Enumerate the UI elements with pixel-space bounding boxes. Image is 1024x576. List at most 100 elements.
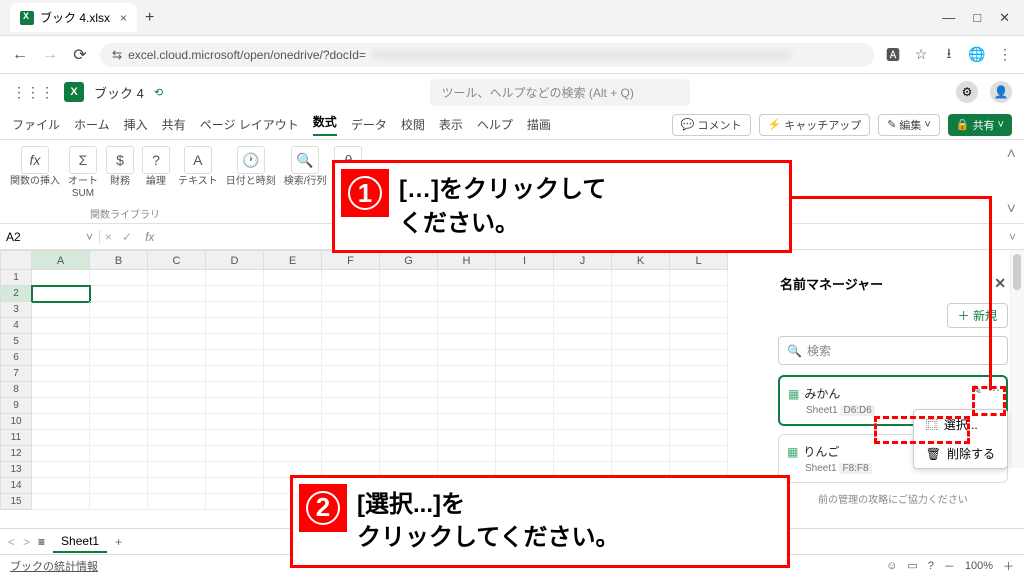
- cell[interactable]: [148, 286, 206, 302]
- tab-home[interactable]: ホーム: [74, 116, 110, 133]
- cell[interactable]: [612, 382, 670, 398]
- user-avatar[interactable]: 👤: [990, 81, 1012, 103]
- row-header[interactable]: 13: [0, 462, 32, 478]
- cell[interactable]: [148, 366, 206, 382]
- cell[interactable]: [32, 398, 90, 414]
- tab-page-layout[interactable]: ページ レイアウト: [200, 116, 299, 133]
- cell[interactable]: [90, 414, 148, 430]
- new-tab-button[interactable]: +: [145, 9, 154, 27]
- cell[interactable]: [206, 270, 264, 286]
- cell[interactable]: [438, 382, 496, 398]
- cell[interactable]: [438, 350, 496, 366]
- cell[interactable]: [554, 366, 612, 382]
- cell[interactable]: [32, 318, 90, 334]
- cell[interactable]: [90, 494, 148, 510]
- cell[interactable]: [148, 270, 206, 286]
- cell[interactable]: [206, 286, 264, 302]
- cell[interactable]: [438, 334, 496, 350]
- tab-formulas[interactable]: 数式: [313, 113, 337, 136]
- cell[interactable]: [554, 446, 612, 462]
- cell[interactable]: [670, 366, 728, 382]
- cell[interactable]: [264, 286, 322, 302]
- cell[interactable]: [206, 462, 264, 478]
- new-name-button[interactable]: ＋ 新規: [947, 303, 1008, 328]
- cell[interactable]: [322, 430, 380, 446]
- cell[interactable]: [438, 302, 496, 318]
- cell[interactable]: [32, 414, 90, 430]
- nav-reload-icon[interactable]: ⟳: [70, 45, 90, 65]
- cell[interactable]: [554, 350, 612, 366]
- share-button[interactable]: 🔒 共有 ˅: [948, 114, 1012, 136]
- cell[interactable]: [670, 398, 728, 414]
- row-header[interactable]: 10: [0, 414, 32, 430]
- cell[interactable]: [612, 366, 670, 382]
- cell[interactable]: [612, 334, 670, 350]
- add-sheet-icon[interactable]: +: [115, 535, 122, 549]
- site-info-icon[interactable]: ⇆: [112, 48, 122, 62]
- cell[interactable]: [670, 414, 728, 430]
- zoom-level[interactable]: 100%: [965, 560, 993, 572]
- cell[interactable]: [380, 398, 438, 414]
- cell[interactable]: [554, 334, 612, 350]
- feedback-icon[interactable]: ☺: [886, 560, 897, 572]
- cell[interactable]: [612, 398, 670, 414]
- cell[interactable]: [148, 414, 206, 430]
- row-header[interactable]: 9: [0, 398, 32, 414]
- settings-icon[interactable]: ⚙: [956, 81, 978, 103]
- cell[interactable]: [322, 398, 380, 414]
- cell[interactable]: [380, 430, 438, 446]
- cell[interactable]: [148, 382, 206, 398]
- cell[interactable]: [148, 398, 206, 414]
- tab-share[interactable]: 共有: [162, 116, 186, 133]
- cell[interactable]: [264, 382, 322, 398]
- bookmark-icon[interactable]: ☆: [912, 46, 930, 63]
- row-header[interactable]: 12: [0, 446, 32, 462]
- cell[interactable]: [322, 350, 380, 366]
- fx-label[interactable]: fx: [137, 230, 162, 244]
- vertical-scrollbar[interactable]: [1010, 250, 1024, 468]
- translate-icon[interactable]: 🅰: [884, 45, 902, 65]
- tab-review[interactable]: 校閲: [401, 116, 425, 133]
- cell[interactable]: [206, 318, 264, 334]
- cell[interactable]: [670, 350, 728, 366]
- cell[interactable]: [264, 430, 322, 446]
- cell[interactable]: [554, 302, 612, 318]
- row-header[interactable]: 15: [0, 494, 32, 510]
- cell[interactable]: [612, 414, 670, 430]
- cell[interactable]: [32, 462, 90, 478]
- cell[interactable]: [380, 382, 438, 398]
- window-minimize-icon[interactable]: ―: [942, 10, 955, 26]
- cell[interactable]: [206, 334, 264, 350]
- datetime-button[interactable]: 🕐 日付と時刻: [226, 146, 276, 188]
- cell[interactable]: [90, 286, 148, 302]
- cell[interactable]: [322, 446, 380, 462]
- cell[interactable]: [380, 318, 438, 334]
- catchup-button[interactable]: ⚡ キャッチアップ: [759, 114, 871, 136]
- cell[interactable]: [438, 414, 496, 430]
- cell[interactable]: [264, 302, 322, 318]
- enter-icon[interactable]: ✓: [117, 230, 137, 244]
- cell[interactable]: [496, 318, 554, 334]
- cell[interactable]: [32, 350, 90, 366]
- window-maximize-icon[interactable]: □: [973, 10, 981, 26]
- cell[interactable]: [496, 302, 554, 318]
- cell[interactable]: [496, 350, 554, 366]
- cell[interactable]: [554, 270, 612, 286]
- lookup-button[interactable]: 🔍 検索/行列: [284, 146, 327, 188]
- cancel-icon[interactable]: ×: [100, 230, 117, 244]
- cell[interactable]: [670, 318, 728, 334]
- cell[interactable]: [670, 334, 728, 350]
- cell[interactable]: [90, 366, 148, 382]
- cell[interactable]: [496, 366, 554, 382]
- tab-close-icon[interactable]: ×: [120, 11, 127, 25]
- cell[interactable]: [148, 446, 206, 462]
- cell[interactable]: [32, 446, 90, 462]
- browser-menu-icon[interactable]: ⋮: [996, 46, 1014, 63]
- app-launcher-icon[interactable]: ⋮⋮⋮: [12, 84, 54, 101]
- select-all-corner[interactable]: [0, 250, 32, 270]
- cell[interactable]: [32, 366, 90, 382]
- row-header[interactable]: 6: [0, 350, 32, 366]
- formula-expand-icon[interactable]: ˅: [1001, 230, 1024, 244]
- cell[interactable]: [206, 350, 264, 366]
- cell[interactable]: [554, 382, 612, 398]
